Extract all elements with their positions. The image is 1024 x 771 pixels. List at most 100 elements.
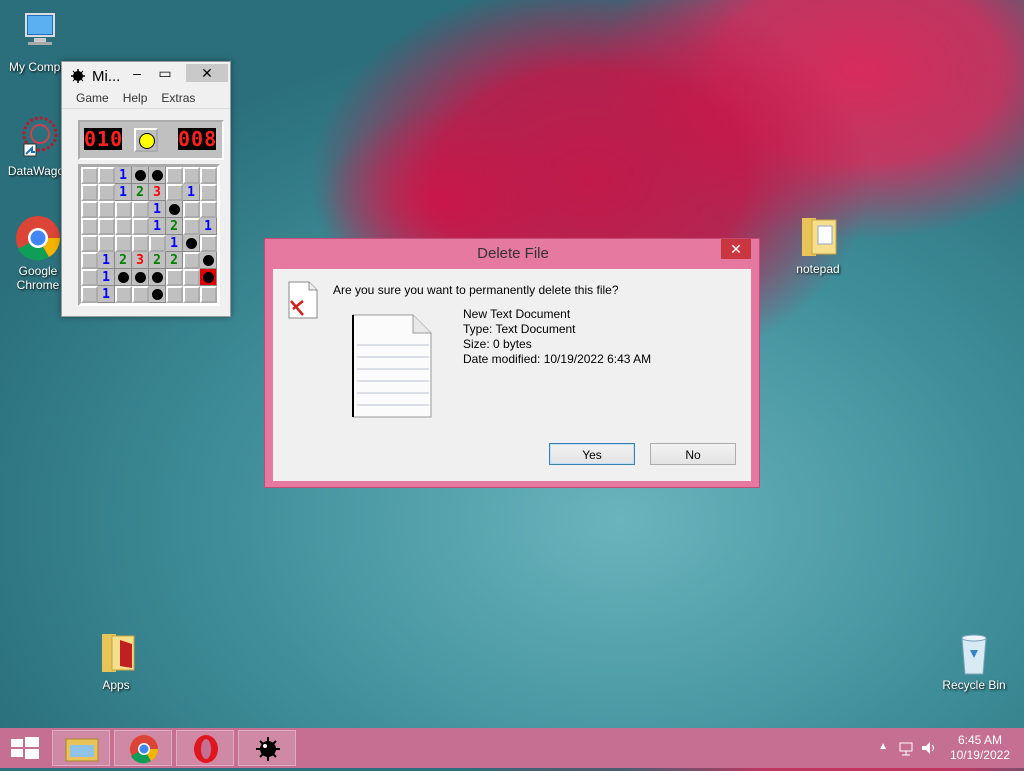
closed-cell[interactable]	[98, 201, 115, 218]
menu-help[interactable]: Help	[123, 91, 148, 105]
minefield[interactable]: 11231112111232211	[78, 164, 220, 306]
closed-cell[interactable]	[98, 235, 115, 252]
sad-face-icon[interactable]	[134, 128, 158, 152]
closed-cell[interactable]	[98, 167, 115, 184]
desktop-icon-notepad[interactable]: notepad	[780, 212, 856, 276]
closed-cell[interactable]	[115, 286, 132, 303]
mine-icon[interactable]	[183, 235, 200, 252]
closed-cell[interactable]	[81, 184, 98, 201]
mine-icon[interactable]	[115, 269, 132, 286]
desktop-icon-label: Recycle Bin	[942, 678, 1006, 692]
closed-cell[interactable]	[98, 184, 115, 201]
minimize-button[interactable]: –	[124, 64, 150, 82]
minesweeper-status-panel: 010 008	[78, 120, 224, 160]
clock-date: 10/19/2022	[949, 748, 1010, 762]
number-cell[interactable]: 3	[149, 184, 166, 201]
mine-icon[interactable]	[149, 286, 166, 303]
closed-cell[interactable]	[98, 218, 115, 235]
closed-cell[interactable]	[200, 167, 217, 184]
closed-cell[interactable]	[183, 252, 200, 269]
delete-file-dialog[interactable]: Delete File ✕ Are you sure you want to p…	[264, 238, 760, 488]
number-cell[interactable]: 1	[149, 201, 166, 218]
closed-cell[interactable]	[166, 286, 183, 303]
closed-cell[interactable]	[132, 201, 149, 218]
closed-cell[interactable]	[81, 252, 98, 269]
closed-cell[interactable]	[81, 201, 98, 218]
number-cell[interactable]: 1	[166, 235, 183, 252]
desktop-icon-recycle-bin[interactable]: Recycle Bin	[936, 628, 1012, 692]
closed-cell[interactable]	[115, 218, 132, 235]
number-cell[interactable]: 1	[200, 218, 217, 235]
clock[interactable]: 6:45 AM 10/19/2022	[950, 733, 1010, 763]
chrome-icon[interactable]	[114, 730, 172, 766]
network-icon[interactable]	[898, 740, 914, 756]
text-document-icon	[351, 313, 433, 419]
number-cell[interactable]: 2	[166, 218, 183, 235]
dialog-close-button[interactable]: ✕	[721, 239, 751, 259]
closed-cell[interactable]	[200, 184, 217, 201]
mine-icon[interactable]	[200, 252, 217, 269]
minesweeper-titlebar[interactable]: Mi... – ▭ ✕	[62, 62, 230, 88]
closed-cell[interactable]	[81, 286, 98, 303]
closed-cell[interactable]	[183, 286, 200, 303]
desktop-icon-label: Apps	[102, 678, 130, 692]
mine-icon[interactable]	[132, 167, 149, 184]
maximize-button[interactable]: ▭	[152, 64, 178, 82]
closed-cell[interactable]	[81, 269, 98, 286]
number-cell[interactable]: 1	[98, 286, 115, 303]
start-button[interactable]	[0, 728, 48, 768]
timer: 008	[178, 127, 218, 151]
closed-cell[interactable]	[166, 167, 183, 184]
mine-icon[interactable]	[149, 167, 166, 184]
number-cell[interactable]: 1	[98, 252, 115, 269]
closed-cell[interactable]	[132, 286, 149, 303]
recycle-bin-icon	[950, 628, 998, 676]
closed-cell[interactable]	[200, 286, 217, 303]
number-cell[interactable]: 3	[132, 252, 149, 269]
closed-cell[interactable]	[183, 218, 200, 235]
number-cell[interactable]: 2	[132, 184, 149, 201]
closed-cell[interactable]	[81, 235, 98, 252]
closed-cell[interactable]	[200, 201, 217, 218]
menu-game[interactable]: Game	[76, 91, 109, 105]
yes-button[interactable]: Yes	[549, 443, 635, 465]
close-button[interactable]: ✕	[186, 64, 228, 82]
mine-icon[interactable]	[149, 269, 166, 286]
opera-icon[interactable]	[176, 730, 234, 766]
number-cell[interactable]: 1	[115, 167, 132, 184]
no-button[interactable]: No	[650, 443, 736, 465]
closed-cell[interactable]	[115, 201, 132, 218]
closed-cell[interactable]	[132, 235, 149, 252]
number-cell[interactable]: 1	[149, 218, 166, 235]
mine-icon[interactable]	[166, 201, 183, 218]
show-hidden-icons-icon[interactable]: ▲	[878, 741, 888, 752]
closed-cell[interactable]	[166, 184, 183, 201]
file-explorer-icon[interactable]	[52, 730, 110, 766]
volume-icon[interactable]	[920, 740, 938, 756]
number-cell[interactable]: 2	[115, 252, 132, 269]
number-cell[interactable]: 2	[166, 252, 183, 269]
closed-cell[interactable]	[166, 269, 183, 286]
closed-cell[interactable]	[183, 167, 200, 184]
closed-cell[interactable]	[200, 235, 217, 252]
number-cell[interactable]: 2	[149, 252, 166, 269]
exploded-mine-icon[interactable]	[200, 269, 217, 286]
number-cell[interactable]: 1	[183, 184, 200, 201]
closed-cell[interactable]	[115, 235, 132, 252]
closed-cell[interactable]	[149, 235, 166, 252]
desktop-icon-apps[interactable]: Apps	[78, 628, 154, 692]
number-cell[interactable]: 1	[115, 184, 132, 201]
closed-cell[interactable]	[81, 167, 98, 184]
minesweeper-window[interactable]: Mi... – ▭ ✕ Game Help Extras 010 008 112…	[61, 61, 231, 317]
closed-cell[interactable]	[183, 269, 200, 286]
dialog-title: Delete File	[477, 245, 549, 262]
number-cell[interactable]: 1	[98, 269, 115, 286]
closed-cell[interactable]	[81, 218, 98, 235]
file-size: Size: 0 bytes	[463, 337, 532, 351]
minesweeper-icon[interactable]	[238, 730, 296, 766]
closed-cell[interactable]	[183, 201, 200, 218]
closed-cell[interactable]	[132, 218, 149, 235]
menu-extras[interactable]: Extras	[161, 91, 195, 105]
mine-counter: 010	[84, 127, 124, 151]
mine-icon[interactable]	[132, 269, 149, 286]
